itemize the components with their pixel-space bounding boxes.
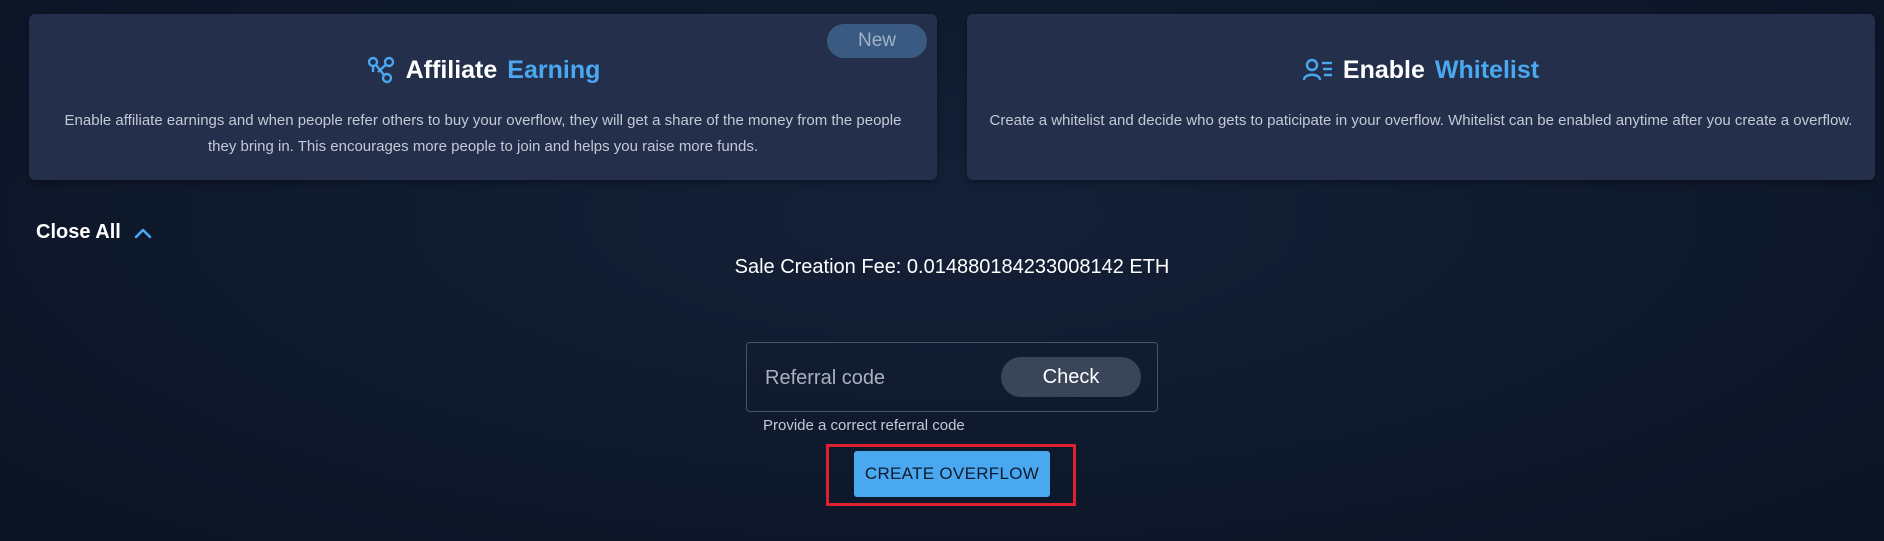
user-list-icon — [1302, 55, 1333, 85]
affiliate-description: Enable affiliate earnings and when peopl… — [64, 112, 902, 155]
referral-helper-text: Provide a correct referral code — [763, 417, 965, 434]
close-all-label: Close All — [36, 221, 121, 243]
referral-code-group: Check — [746, 342, 1158, 412]
affiliate-title-white: Affiliate — [405, 56, 498, 84]
enable-whitelist-card[interactable]: Enable Whitelist Create a whitelist and … — [967, 14, 1875, 180]
create-overflow-button[interactable]: CREATE OVERFLOW — [854, 451, 1050, 497]
check-button[interactable]: Check — [1001, 357, 1141, 397]
new-badge: New — [827, 24, 927, 58]
affiliate-card-title: Affiliate Earning — [29, 54, 937, 86]
chevron-up-icon — [133, 223, 153, 243]
whitelist-description: Create a whitelist and decide who gets t… — [989, 112, 1853, 129]
referral-code-input[interactable] — [763, 359, 987, 397]
whitelist-title-white: Enable — [1342, 56, 1425, 84]
affiliate-earning-card[interactable]: New Affiliate Earning Enable affiliate e… — [29, 14, 937, 180]
sale-creation-fee: Sale Creation Fee: 0.014880184233008142 … — [734, 256, 1170, 278]
whitelist-card-title: Enable Whitelist — [967, 54, 1875, 86]
affiliate-title-blue: Earning — [507, 56, 601, 84]
share-nodes-icon — [366, 55, 396, 85]
whitelist-title-blue: Whitelist — [1434, 56, 1540, 84]
close-all-toggle[interactable]: Close All — [36, 221, 153, 244]
